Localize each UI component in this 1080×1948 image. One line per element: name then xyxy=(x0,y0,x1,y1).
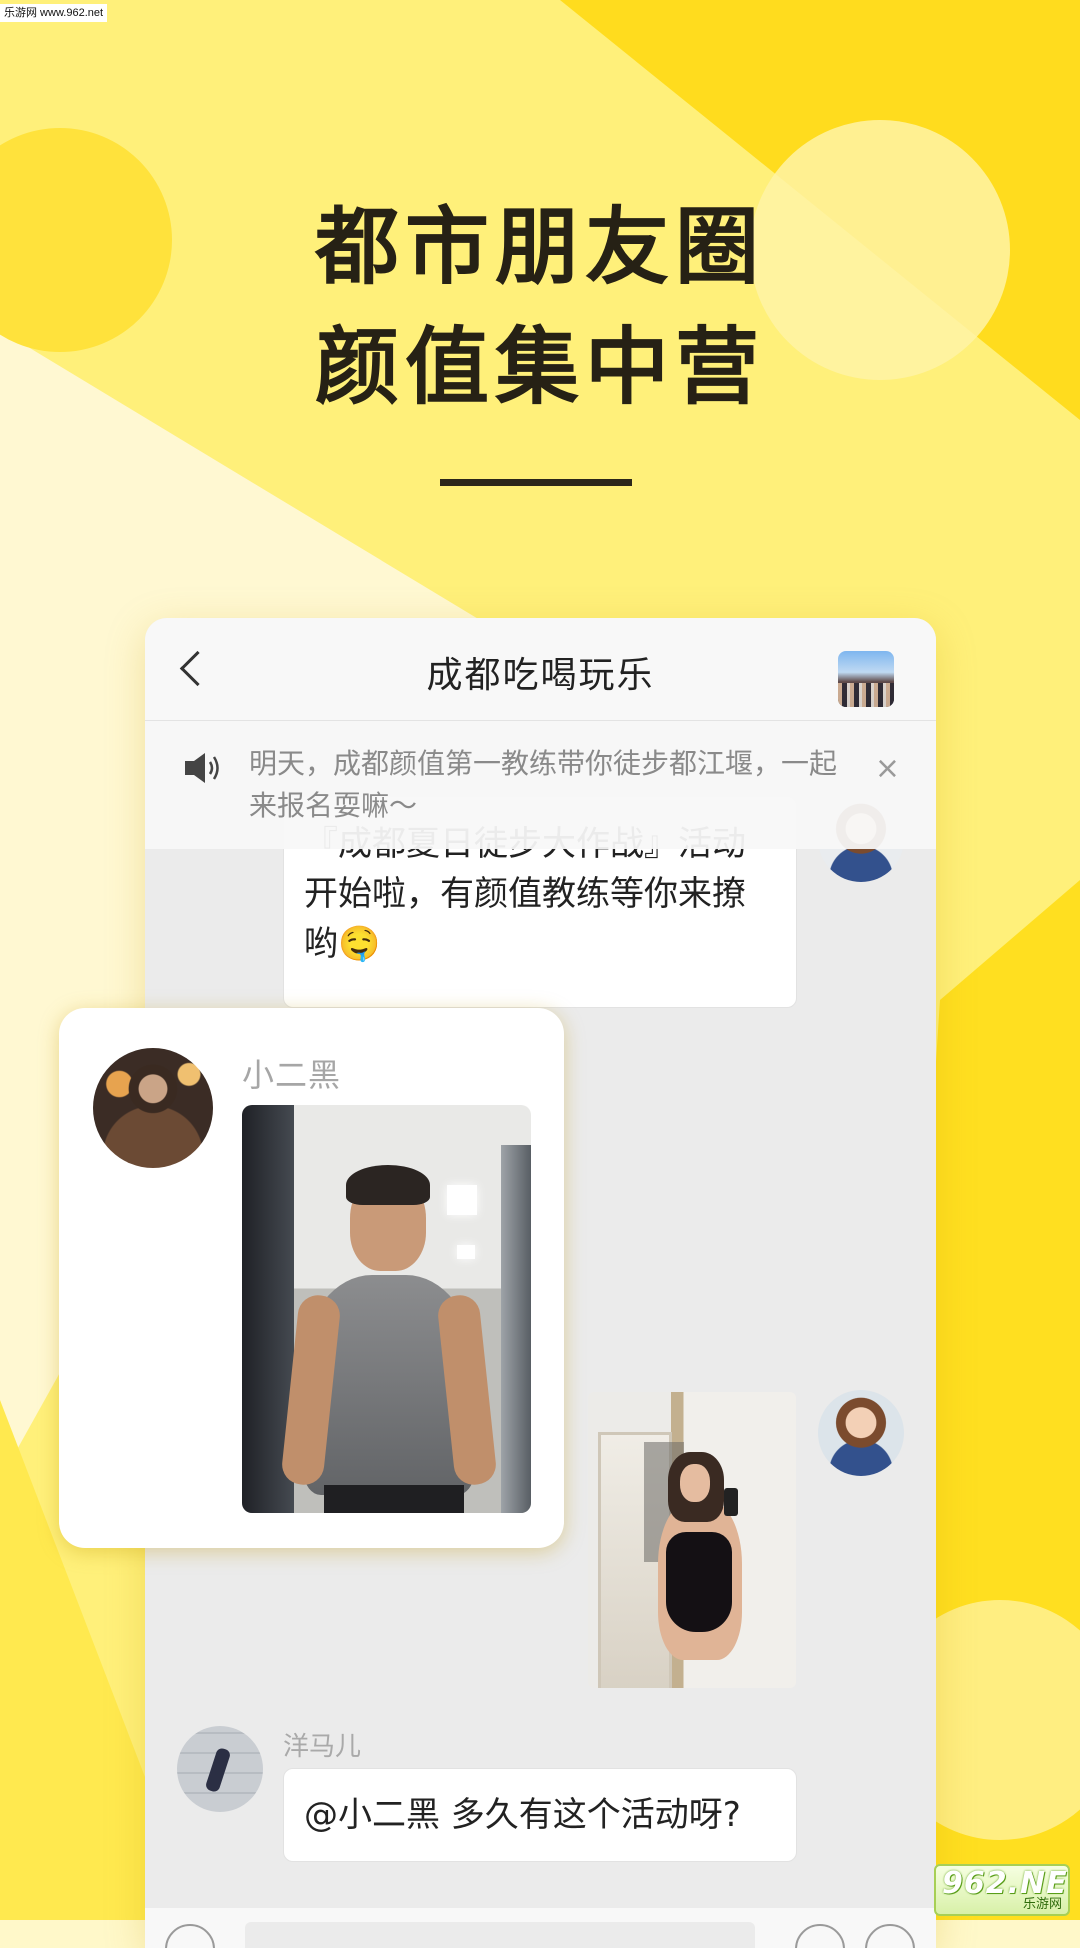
highlight-card: 小二黑 xyxy=(59,1008,564,1548)
headline-line-1: 都市朋友圈 xyxy=(314,198,765,296)
announcement-bar[interactable]: 明天，成都颜值第一教练带你徒步都江堰，一起来报名耍嘛～ × xyxy=(145,721,936,849)
chat-title: 成都吃喝玩乐 xyxy=(426,655,655,696)
voice-icon[interactable] xyxy=(165,1924,215,1948)
group-avatar[interactable] xyxy=(838,651,894,707)
headline-line-2: 颜值集中营 xyxy=(314,318,765,416)
add-icon[interactable] xyxy=(865,1924,915,1948)
speaker-icon xyxy=(185,753,219,783)
message-photo[interactable] xyxy=(588,1392,796,1688)
sender-name: 小二黑 xyxy=(242,1056,342,1094)
chat-nav-bar: 成都吃喝玩乐 xyxy=(145,618,936,721)
emoji-icon[interactable] xyxy=(795,1924,845,1948)
avatar[interactable] xyxy=(93,1048,213,1168)
avatar[interactable] xyxy=(818,1390,904,1476)
watermark-top-left: 乐游网 www.962.net xyxy=(0,4,108,22)
message-bubble[interactable]: @小二黑 多久有这个活动呀? xyxy=(283,1768,797,1862)
message-photo[interactable] xyxy=(242,1105,531,1513)
message-input[interactable] xyxy=(245,1922,755,1948)
chat-input-bar xyxy=(145,1908,936,1948)
close-icon[interactable]: × xyxy=(875,751,900,786)
avatar[interactable] xyxy=(177,1726,263,1812)
headline-divider xyxy=(440,479,632,486)
announcement-text: 明天，成都颜值第一教练带你徒步都江堰，一起来报名耍嘛～ xyxy=(249,747,838,822)
watermark-logo: 962.NET 乐游网 xyxy=(934,1864,1070,1916)
sender-name: 洋马儿 xyxy=(283,1732,362,1762)
